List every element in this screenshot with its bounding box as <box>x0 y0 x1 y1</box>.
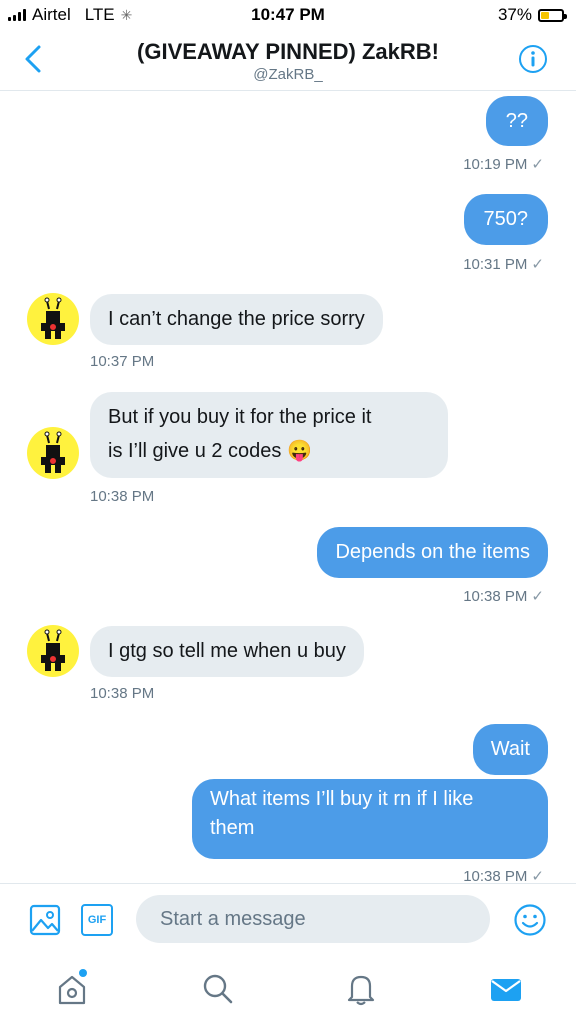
outgoing-message[interactable]: 750? <box>463 194 548 245</box>
message-timestamp: 10:38 PM <box>90 488 155 505</box>
conversation-handle: @ZakRB_ <box>253 66 323 83</box>
message-timestamp: 10:38 PM <box>90 685 155 702</box>
message-timestamp: 10:37 PM <box>90 353 155 370</box>
gif-label: GIF <box>87 914 107 926</box>
message-text: them <box>210 817 255 839</box>
search-icon <box>203 974 233 1004</box>
emoji-icon[interactable] <box>513 903 547 937</box>
incoming-message[interactable]: I can’t change the price sorry <box>90 294 383 345</box>
contact-avatar[interactable] <box>27 427 79 479</box>
status-time: 10:47 PM <box>251 5 325 24</box>
info-icon[interactable] <box>518 44 548 74</box>
message-text: But if you buy it for the price it <box>108 406 372 428</box>
message-text: is I’ll give u 2 codes 😛 <box>108 440 312 462</box>
contact-avatar[interactable] <box>27 293 79 345</box>
contact-avatar[interactable] <box>27 625 79 677</box>
message-text: Depends on the items <box>335 541 530 563</box>
message-text: 750? <box>483 208 529 230</box>
message-timestamp: 10:38 PM ✓ <box>463 588 544 605</box>
avatar-figure-icon <box>41 629 65 671</box>
mail-icon <box>491 979 521 1001</box>
sent-check-icon: ✓ <box>531 588 544 605</box>
status-bar: Airtel LTE ✳ 10:47 PM 37% <box>0 0 576 30</box>
tab-notifications[interactable] <box>341 969 381 1009</box>
home-icon <box>58 969 87 1005</box>
battery-icon <box>538 8 567 22</box>
message-composer: GIF <box>0 883 576 956</box>
message-text: What items I’ll buy it rn if I like <box>210 788 474 810</box>
conversation-title[interactable]: (GIVEAWAY PINNED) ZakRB! <box>0 39 576 65</box>
outgoing-message[interactable]: What items I’ll buy it rn if I like them <box>192 779 548 859</box>
tab-search[interactable] <box>198 969 238 1009</box>
message-text: Wait <box>490 738 530 760</box>
tab-home[interactable] <box>52 969 92 1009</box>
incoming-message[interactable]: But if you buy it for the price it is I’… <box>90 392 448 478</box>
bell-icon <box>347 975 375 1006</box>
sent-check-icon: ✓ <box>531 256 544 273</box>
message-input[interactable] <box>136 895 490 943</box>
incoming-message[interactable]: I gtg so tell me when u buy <box>90 626 364 677</box>
tab-bar <box>0 955 576 1024</box>
message-timestamp: 10:19 PM ✓ <box>463 156 544 173</box>
outgoing-message[interactable]: Wait <box>472 724 548 775</box>
avatar-figure-icon <box>41 297 65 339</box>
avatar-figure-icon <box>41 431 65 473</box>
gif-button[interactable]: GIF <box>81 904 113 936</box>
message-text: I gtg so tell me when u buy <box>108 640 346 662</box>
message-text: I can’t change the price sorry <box>108 308 365 330</box>
conversation-header: (GIVEAWAY PINNED) ZakRB! @ZakRB_ <box>0 30 576 91</box>
message-text: ?? <box>505 110 528 132</box>
tab-messages[interactable] <box>486 969 526 1009</box>
notification-dot <box>79 969 87 977</box>
outgoing-message[interactable]: ?? <box>485 96 548 146</box>
message-timestamp: 10:31 PM ✓ <box>463 256 544 273</box>
sent-check-icon: ✓ <box>531 156 544 173</box>
battery-percent: 37% <box>497 5 532 24</box>
image-icon[interactable] <box>29 904 61 936</box>
outgoing-message[interactable]: Depends on the items <box>317 527 548 578</box>
